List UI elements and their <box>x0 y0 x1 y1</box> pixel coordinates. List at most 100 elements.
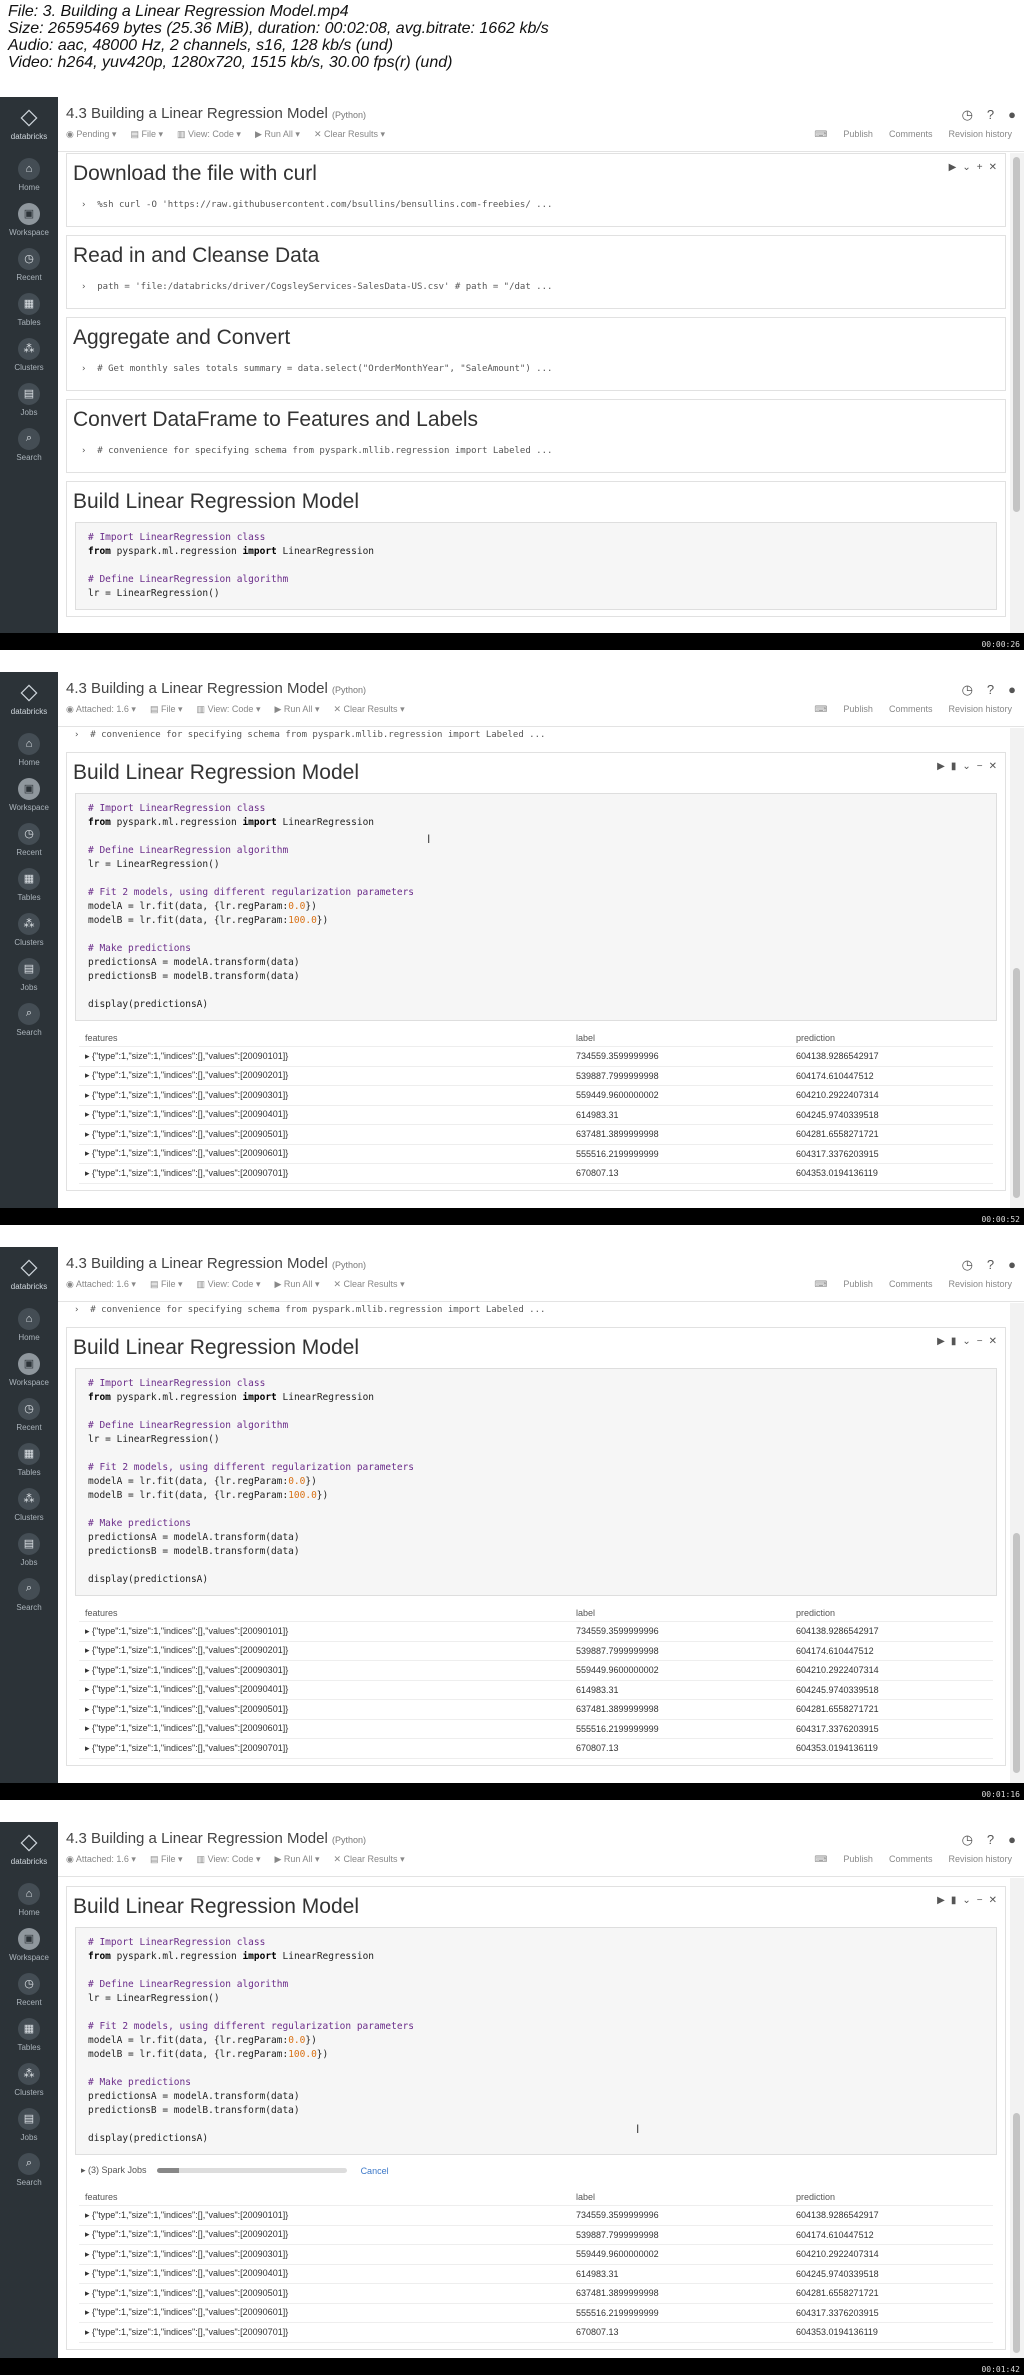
features-cell[interactable]: ▸ {"type":1,"size":1,"indices":[],"value… <box>79 2229 576 2240</box>
databricks-logo[interactable]: databricks <box>0 1247 58 1302</box>
minimize-icon[interactable]: − <box>977 1336 983 1347</box>
collapsed-code[interactable]: › %sh curl -O 'https://raw.githubusercon… <box>73 194 999 220</box>
run-cell-icon[interactable]: ▶ <box>937 1895 945 1906</box>
user-icon[interactable]: ● <box>1008 682 1016 698</box>
sidebar-item-workspace[interactable]: ▣ Workspace <box>0 1922 58 1967</box>
user-icon[interactable]: ● <box>1008 107 1016 123</box>
expand-icon[interactable]: ▸ <box>85 1168 92 1178</box>
sidebar-item-home[interactable]: ⌂ Home <box>0 1302 58 1347</box>
sidebar-item-home[interactable]: ⌂ Home <box>0 727 58 772</box>
notebook-cell[interactable]: Convert DataFrame to Features and Labels… <box>66 399 1006 473</box>
help-icon[interactable]: ? <box>987 1257 994 1273</box>
minimize-icon[interactable]: − <box>977 761 983 772</box>
expand-icon[interactable]: ▸ <box>85 1051 92 1061</box>
toolbar-right-item-2[interactable]: Revision history <box>948 1854 1012 1865</box>
add-icon[interactable]: + <box>977 162 983 173</box>
column-header-prediction[interactable]: prediction <box>796 1608 956 1618</box>
column-header-features[interactable]: features <box>79 2192 576 2202</box>
expand-icon[interactable]: ▸ <box>85 1148 92 1158</box>
scrollbar[interactable] <box>1010 1303 1024 1783</box>
toolbar-right-item-2[interactable]: Revision history <box>948 129 1012 140</box>
sidebar-item-clusters[interactable]: ⁂ Clusters <box>0 1482 58 1527</box>
toolbar-item-4[interactable]: ✕ Clear Results ▾ <box>333 1279 404 1290</box>
user-icon[interactable]: ● <box>1008 1832 1016 1848</box>
clock-icon[interactable]: ◷ <box>962 1257 973 1273</box>
spark-jobs-toggle[interactable]: ▸ (3) Spark Jobs <box>81 2165 147 2176</box>
sidebar-item-search[interactable]: ⌕ Search <box>0 422 58 467</box>
keyboard-icon[interactable]: ⌨ <box>814 704 827 715</box>
toolbar-item-2[interactable]: ▥ View: Code ▾ <box>197 1279 261 1290</box>
code-editor[interactable]: # Import LinearRegression class from pysp… <box>75 522 997 610</box>
toolbar-right-item-1[interactable]: Comments <box>889 704 933 715</box>
databricks-logo[interactable]: databricks <box>0 1822 58 1877</box>
sidebar-item-jobs[interactable]: ▤ Jobs <box>0 377 58 422</box>
notebook-cell[interactable]: Build Linear Regression Model # Import Li… <box>66 481 1006 617</box>
sidebar-item-recent[interactable]: ◷ Recent <box>0 242 58 287</box>
databricks-logo[interactable]: databricks <box>0 97 58 152</box>
toolbar-item-4[interactable]: ✕ Clear Results ▾ <box>333 1854 404 1865</box>
help-icon[interactable]: ? <box>987 107 994 123</box>
collapsed-code[interactable]: › path = 'file:/databricks/driver/Cogsle… <box>73 276 999 302</box>
features-cell[interactable]: ▸ {"type":1,"size":1,"indices":[],"value… <box>79 1684 576 1695</box>
sidebar-item-recent[interactable]: ◷ Recent <box>0 817 58 862</box>
sidebar-item-tables[interactable]: ▦ Tables <box>0 862 58 907</box>
clock-icon[interactable]: ◷ <box>962 1832 973 1848</box>
features-cell[interactable]: ▸ {"type":1,"size":1,"indices":[],"value… <box>79 1626 576 1637</box>
expand-icon[interactable]: ▸ <box>85 1743 92 1753</box>
scrollbar-thumb[interactable] <box>1013 2113 1020 2353</box>
toolbar-right-item-0[interactable]: Publish <box>843 704 873 715</box>
minimize-icon[interactable]: − <box>977 1895 983 1906</box>
chevron-down-icon[interactable]: ⌄ <box>962 1895 970 1906</box>
sidebar-item-search[interactable]: ⌕ Search <box>0 2147 58 2192</box>
collapse-chevron-icon[interactable]: › <box>81 364 97 374</box>
close-icon[interactable]: ✕ <box>989 1336 997 1347</box>
expand-icon[interactable]: ▸ <box>85 1723 92 1733</box>
clock-icon[interactable]: ◷ <box>962 107 973 123</box>
sidebar-item-tables[interactable]: ▦ Tables <box>0 287 58 332</box>
toolbar-right-item-1[interactable]: Comments <box>889 1854 933 1865</box>
collapsed-code[interactable]: › # Get monthly sales totals summary = d… <box>73 358 999 384</box>
close-icon[interactable]: ✕ <box>989 162 997 173</box>
notebook-title[interactable]: 4.3 Building a Linear Regression Model (… <box>66 105 366 122</box>
toolbar-item-1[interactable]: ▤ File ▾ <box>130 129 163 140</box>
expand-icon[interactable]: ▸ <box>85 1645 92 1655</box>
expand-icon[interactable]: ▸ <box>85 2288 92 2298</box>
features-cell[interactable]: ▸ {"type":1,"size":1,"indices":[],"value… <box>79 2268 576 2279</box>
expand-icon[interactable]: ▸ <box>85 1704 92 1714</box>
column-header-prediction[interactable]: prediction <box>796 1033 956 1043</box>
toolbar-item-4[interactable]: ✕ Clear Results ▾ <box>333 704 404 715</box>
sidebar-item-workspace[interactable]: ▣ Workspace <box>0 1347 58 1392</box>
toolbar-item-3[interactable]: ▶ Run All ▾ <box>255 129 300 140</box>
sidebar-item-recent[interactable]: ◷ Recent <box>0 1967 58 2012</box>
toolbar-right-item-1[interactable]: Comments <box>889 129 933 140</box>
sidebar-item-clusters[interactable]: ⁂ Clusters <box>0 907 58 952</box>
column-header-features[interactable]: features <box>79 1033 576 1043</box>
toolbar-right-item-2[interactable]: Revision history <box>948 704 1012 715</box>
run-cell-icon[interactable]: ▶ <box>937 1336 945 1347</box>
expand-icon[interactable]: ▸ <box>85 2268 92 2278</box>
notebook-cell[interactable]: Aggregate and Convert › # Get monthly sal… <box>66 317 1006 391</box>
cancel-button[interactable]: Cancel <box>361 2166 389 2176</box>
column-header-label[interactable]: label <box>576 1033 796 1043</box>
sidebar-item-search[interactable]: ⌕ Search <box>0 1572 58 1617</box>
expand-icon[interactable]: ▸ <box>85 1626 92 1636</box>
notebook-title[interactable]: 4.3 Building a Linear Regression Model (… <box>66 680 366 697</box>
toolbar-item-0[interactable]: ◉ Attached: 1.6 ▾ <box>66 704 136 715</box>
toolbar-right-item-0[interactable]: Publish <box>843 1854 873 1865</box>
features-cell[interactable]: ▸ {"type":1,"size":1,"indices":[],"value… <box>79 1723 576 1734</box>
features-cell[interactable]: ▸ {"type":1,"size":1,"indices":[],"value… <box>79 1168 576 1179</box>
expand-icon[interactable]: ▸ <box>85 1090 92 1100</box>
notebook-title[interactable]: 4.3 Building a Linear Regression Model (… <box>66 1255 366 1272</box>
features-cell[interactable]: ▸ {"type":1,"size":1,"indices":[],"value… <box>79 1645 576 1656</box>
toolbar-item-1[interactable]: ▤ File ▾ <box>150 1854 183 1865</box>
code-editor[interactable]: # Import LinearRegression class from pysp… <box>75 793 997 1021</box>
databricks-logo[interactable]: databricks <box>0 672 58 727</box>
notebook-cell[interactable]: Build Linear Regression Model ▶ ▮ ⌄ − ✕ # Impo… <box>66 752 1006 1191</box>
features-cell[interactable]: ▸ {"type":1,"size":1,"indices":[],"value… <box>79 1148 576 1159</box>
user-icon[interactable]: ● <box>1008 1257 1016 1273</box>
features-cell[interactable]: ▸ {"type":1,"size":1,"indices":[],"value… <box>79 1070 576 1081</box>
chevron-down-icon[interactable]: ⌄ <box>962 1336 970 1347</box>
scrollbar-thumb[interactable] <box>1013 1533 1020 1773</box>
expand-icon[interactable]: ▸ <box>85 1070 92 1080</box>
features-cell[interactable]: ▸ {"type":1,"size":1,"indices":[],"value… <box>79 1051 576 1062</box>
